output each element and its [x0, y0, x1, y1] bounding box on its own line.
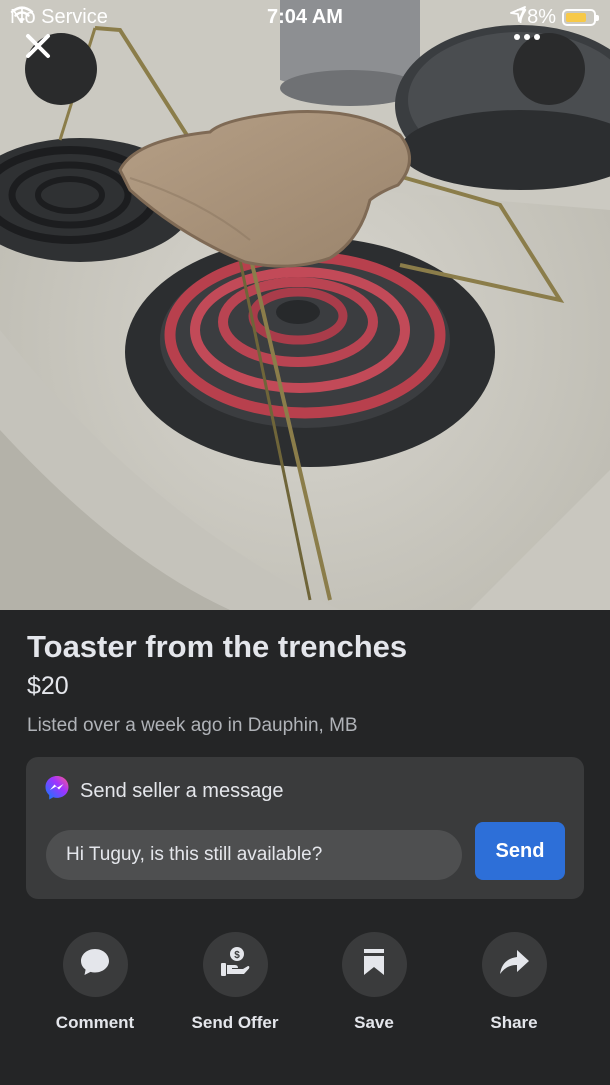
battery-icon — [562, 9, 599, 26]
message-seller-card: Send seller a message Send — [26, 757, 584, 899]
send-offer-button[interactable]: $ — [202, 932, 268, 997]
comment-action[interactable]: Comment — [25, 932, 165, 1033]
message-header: Send seller a message — [44, 775, 283, 807]
comment-label: Comment — [55, 1013, 135, 1032]
listing-title: Toaster from the trenches — [27, 629, 408, 664]
save-action[interactable]: Save — [304, 932, 444, 1033]
send-offer-action[interactable]: $ Send Offer — [165, 932, 305, 1033]
more-options-button[interactable] — [513, 33, 585, 105]
share-label: Share — [490, 1013, 538, 1032]
message-input[interactable] — [46, 830, 462, 880]
bookmark-icon — [362, 947, 386, 982]
comment-icon — [79, 947, 111, 982]
battery-level — [566, 13, 587, 22]
status-bar: No Service 7:04 AM 78% — [0, 0, 610, 34]
action-bar: Comment $ Send Offer Save Share — [0, 932, 610, 1032]
send-offer-icon: $ — [218, 945, 252, 984]
share-action[interactable]: Share — [444, 932, 584, 1033]
listing-info: Toaster from the trenches $20 Listed ove… — [27, 628, 590, 738]
send-offer-label: Send Offer — [191, 1013, 279, 1032]
listing-photo[interactable]: No Service 7:04 AM 78% — [0, 0, 610, 610]
listing-photo-drawing — [0, 0, 610, 610]
status-right: 78% — [510, 6, 599, 29]
save-label: Save — [354, 1013, 394, 1032]
save-button[interactable] — [341, 932, 407, 997]
messenger-icon — [44, 775, 70, 807]
listing-price: $20 — [27, 672, 69, 700]
message-header-label: Send seller a message — [80, 779, 284, 802]
send-button[interactable]: Send — [475, 822, 565, 880]
listing-meta: Listed over a week ago in Dauphin, MB — [27, 715, 358, 736]
share-icon — [498, 948, 530, 981]
svg-text:$: $ — [234, 950, 240, 961]
close-button[interactable] — [25, 33, 97, 105]
share-button[interactable] — [481, 932, 547, 997]
comment-button[interactable] — [62, 932, 128, 997]
